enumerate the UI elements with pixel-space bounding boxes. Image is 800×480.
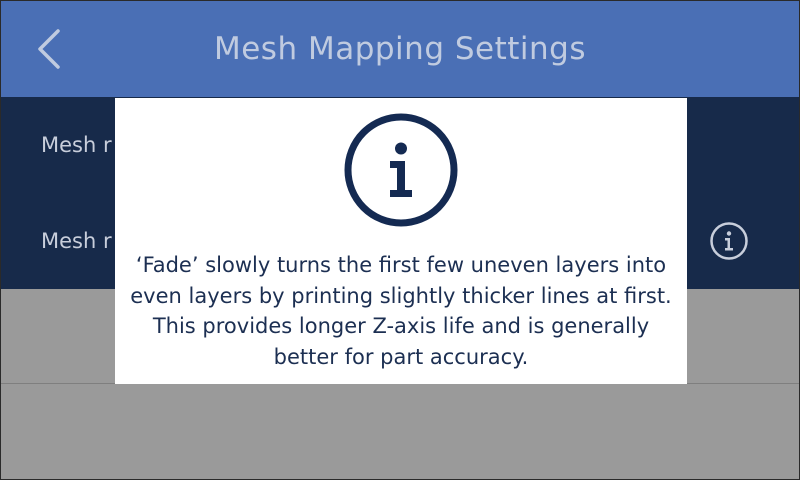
screen: Mesh Mapping Settings Mesh r Mesh r ‘Fad… — [0, 0, 800, 480]
dialog-message: ‘Fade’ slowly turns the first few uneven… — [130, 253, 672, 369]
info-button[interactable] — [708, 220, 750, 262]
info-circle-icon — [710, 222, 748, 260]
app-header: Mesh Mapping Settings — [1, 1, 799, 97]
setting-label: Mesh r — [41, 133, 112, 157]
page-title: Mesh Mapping Settings — [213, 31, 586, 67]
setting-label: Mesh r — [41, 229, 112, 253]
info-circle-icon — [344, 113, 458, 227]
info-dialog[interactable]: ‘Fade’ slowly turns the first few uneven… — [115, 98, 687, 384]
